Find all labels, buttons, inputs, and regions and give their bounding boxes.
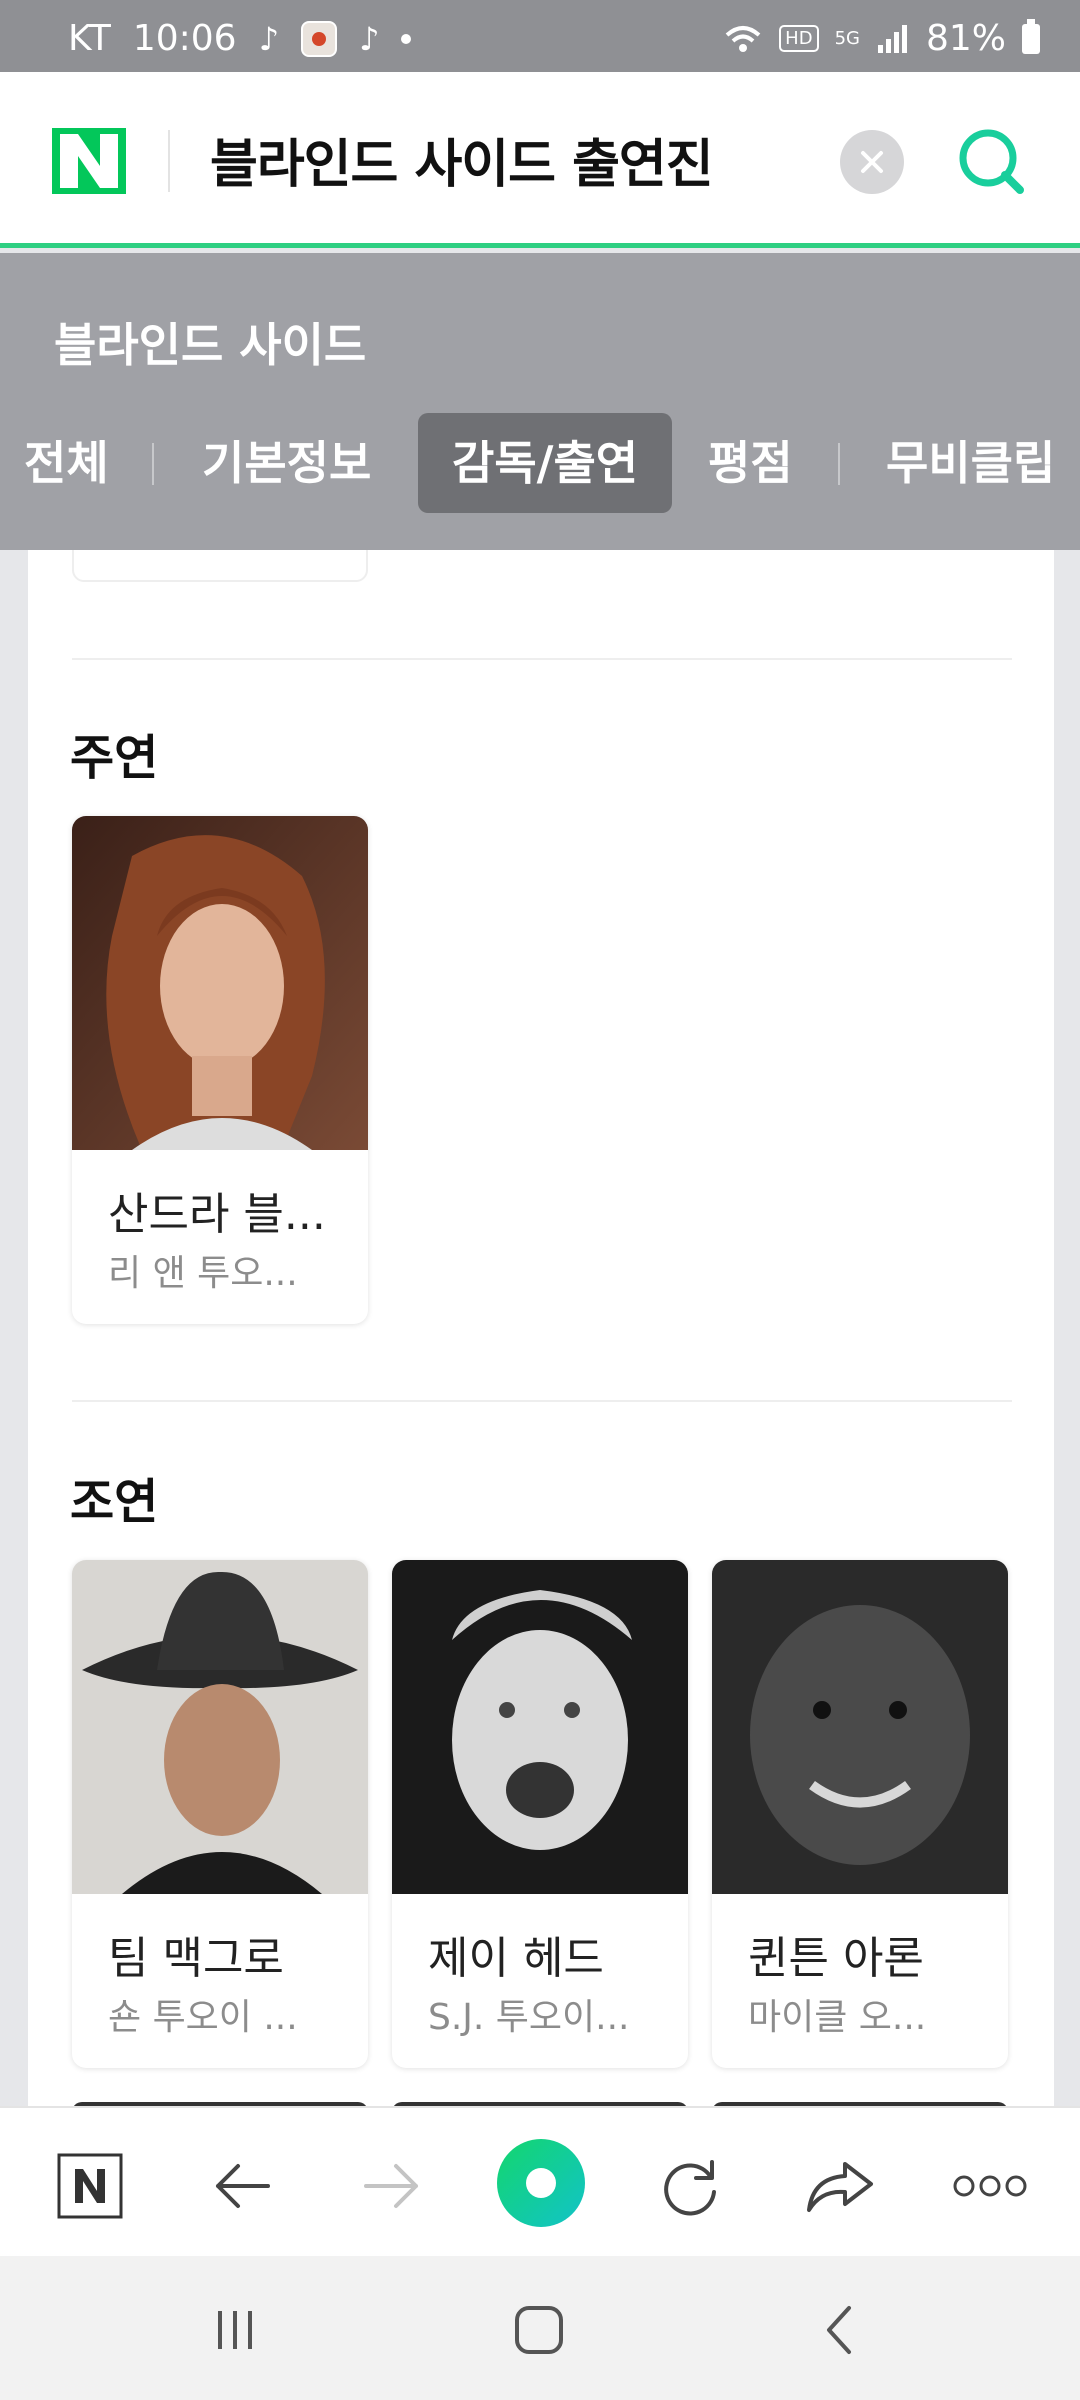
back-button[interactable] [202, 2146, 282, 2226]
hd-voice-icon: HD [779, 25, 819, 52]
tab-movie-clip[interactable]: 무비클립 [886, 413, 1055, 513]
carrier-label: KT [68, 18, 111, 59]
battery-icon [1022, 18, 1040, 54]
cast-content: 주연 산드라 블... 리 앤 투오... 조연 팀 맥그로 숀 투오이 ...… [28, 550, 1054, 2106]
naver-home-icon [57, 2153, 123, 2219]
forward-button[interactable] [352, 2146, 432, 2226]
back-arrow-icon [216, 2164, 270, 2208]
cast-card-supporting-3[interactable]: 퀸튼 아론 마이클 오... [712, 1560, 1008, 2068]
battery-percent: 81% [925, 18, 1006, 59]
tab-all[interactable]: 전체 [24, 413, 109, 513]
tab-director-cast[interactable]: 감독/출연 [418, 413, 673, 513]
previous-card[interactable] [72, 550, 368, 582]
tab-basic-info[interactable]: 기본정보 [202, 413, 371, 513]
network-type-icon: 5G [834, 28, 860, 49]
search-input[interactable]: 블라인드 사이드 출연진 [210, 122, 714, 197]
tab-rating[interactable]: 평점 [708, 413, 793, 513]
more-button[interactable] [950, 2146, 1030, 2226]
refresh-button[interactable] [650, 2146, 730, 2226]
cast-card-supporting-2[interactable]: 제이 헤드 S.J. 투오이... [392, 1560, 688, 2068]
more-notifications-dot-icon [401, 33, 412, 44]
lead-section-heading: 주연 [70, 730, 159, 786]
naver-logo-icon[interactable] [52, 128, 126, 194]
wifi-icon [725, 25, 761, 52]
naver-home-button[interactable] [50, 2146, 130, 2226]
app-notification-icon [300, 20, 337, 57]
recent-apps-button[interactable] [200, 2298, 270, 2362]
section-divider-2 [72, 1400, 1012, 1402]
forward-arrow-icon [364, 2164, 418, 2208]
movie-title: 블라인드 사이드 [54, 318, 367, 372]
actor-photo [712, 1560, 1008, 1894]
actor-name: 제이 헤드 [428, 1933, 604, 1984]
green-dot-button[interactable] [496, 2138, 586, 2228]
recent-apps-icon [218, 2311, 252, 2349]
home-icon [515, 2306, 563, 2354]
home-button[interactable] [504, 2298, 574, 2362]
green-dot-icon [497, 2139, 585, 2227]
close-icon [861, 151, 883, 173]
signal-icon [877, 24, 907, 53]
system-back-icon [827, 2306, 851, 2354]
actor-name: 퀸튼 아론 [748, 1933, 924, 1984]
search-header: 블라인드 사이드 출연진 [0, 72, 1080, 248]
role-name: 숀 투오이 ... [108, 1997, 298, 2038]
role-name: 리 앤 투오... [108, 1253, 298, 1294]
header-divider [168, 130, 170, 192]
role-name: 마이클 오... [748, 1997, 927, 2038]
status-bar: KT 10:06 ♪ ♪ HD 5G 81% [0, 0, 1080, 72]
refresh-icon [664, 2160, 716, 2216]
actor-photo [72, 1560, 368, 1894]
system-back-button[interactable] [804, 2298, 874, 2362]
actor-photo [392, 1560, 688, 1894]
tiktok-notification-icon-2: ♪ [358, 19, 380, 58]
role-name: S.J. 투오이... [428, 1997, 630, 2038]
tab-separator-2 [838, 443, 840, 485]
clock: 10:06 [132, 18, 237, 59]
tab-bar: 전체 기본정보 감독/출연 평점 무비클립 [0, 413, 1080, 513]
actor-name: 산드라 블... [108, 1189, 326, 1240]
cast-card-supporting-1[interactable]: 팀 맥그로 숀 투오이 ... [72, 1560, 368, 2068]
tab-separator [152, 443, 154, 485]
more-icon [953, 2175, 1027, 2197]
tiktok-notification-icon: ♪ [258, 19, 279, 58]
actor-photo [72, 816, 368, 1150]
search-button[interactable] [952, 122, 1032, 202]
share-icon [807, 2162, 873, 2212]
browser-toolbar [0, 2106, 1080, 2256]
search-icon [959, 129, 1024, 194]
movie-sticky-header: 블라인드 사이드 전체 기본정보 감독/출연 평점 무비클립 [0, 253, 1080, 550]
actor-name: 팀 맥그로 [108, 1933, 284, 1984]
cast-card-lead-1[interactable]: 산드라 블... 리 앤 투오... [72, 816, 368, 1324]
system-navigation-bar [0, 2256, 1080, 2400]
supporting-section-heading: 조연 [70, 1474, 159, 1530]
clear-search-button[interactable] [840, 130, 904, 194]
section-divider [72, 658, 1012, 660]
share-button[interactable] [800, 2146, 880, 2226]
